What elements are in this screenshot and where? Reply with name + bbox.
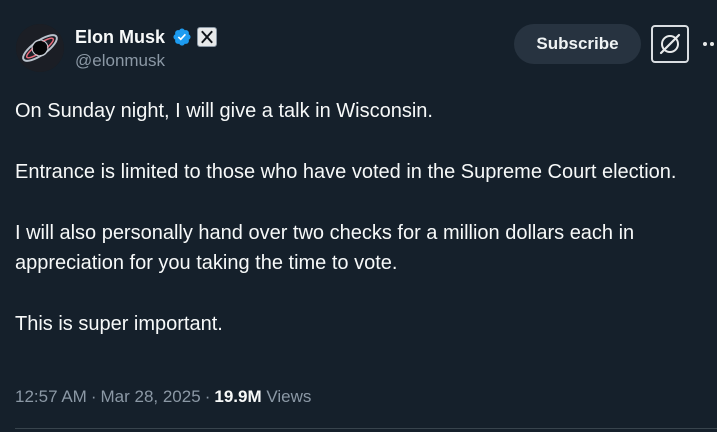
tweet-paragraph: Entrance is limited to those who have vo…: [15, 161, 677, 183]
tweet-text: On Sunday night, I will give a talk in W…: [15, 96, 705, 370]
grok-icon: [659, 33, 681, 55]
author-handle[interactable]: @elonmusk: [75, 51, 165, 71]
divider: [15, 428, 717, 429]
x-logo-icon[interactable]: [197, 27, 217, 47]
verified-badge-icon: [173, 28, 191, 46]
grok-button[interactable]: [651, 25, 689, 63]
tweet-paragraph: This is super important.: [15, 313, 223, 335]
author-name[interactable]: Elon Musk: [75, 26, 165, 48]
more-options-button[interactable]: [700, 34, 717, 54]
tweet-date[interactable]: Mar 28, 2025: [101, 387, 201, 406]
meta-separator: ·: [204, 387, 211, 406]
tweet-paragraph: I will also personally hand over two che…: [15, 222, 635, 274]
meta-separator: ·: [90, 387, 97, 406]
tweet-paragraph: On Sunday night, I will give a talk in W…: [15, 100, 433, 122]
avatar[interactable]: [16, 24, 64, 72]
avatar-image: [16, 24, 64, 72]
tweet-time[interactable]: 12:57 AM: [15, 387, 87, 406]
views-count: 19.9M: [214, 387, 262, 406]
tweet-meta: 12:57 AM · Mar 28, 2025 · 19.9M Views: [15, 386, 311, 408]
more-dots-icon: [703, 42, 714, 46]
views-label: Views: [266, 387, 312, 406]
subscribe-button[interactable]: Subscribe: [514, 24, 641, 64]
